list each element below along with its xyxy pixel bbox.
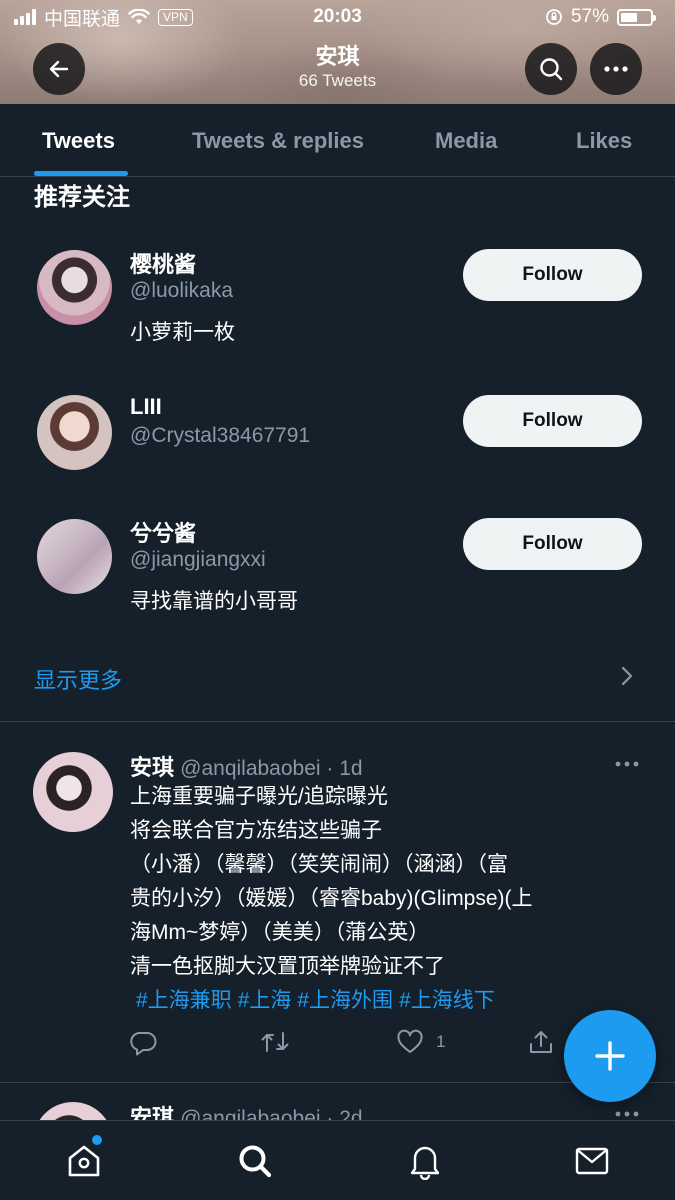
hashtag-link[interactable]: #上海兼职 xyxy=(136,989,232,1012)
more-horizontal-icon xyxy=(604,66,628,72)
tab-media[interactable]: Media xyxy=(435,128,497,154)
tweet-author-name[interactable]: 安琪 xyxy=(130,1105,174,1120)
share-icon xyxy=(530,1031,552,1053)
reply-button[interactable] xyxy=(130,1029,158,1057)
notification-dot xyxy=(92,1135,102,1145)
nav-home[interactable] xyxy=(64,1135,104,1181)
search-button[interactable] xyxy=(525,43,577,95)
tweet-avatar[interactable] xyxy=(33,752,113,832)
retweet-button[interactable] xyxy=(260,1029,290,1055)
profile-tabs: Tweets Tweets & replies Media Likes xyxy=(0,104,675,177)
avatar[interactable] xyxy=(37,395,112,470)
tweet-line: 清一色抠脚大汉置顶举牌验证不了 xyxy=(130,955,445,978)
share-button[interactable] xyxy=(528,1029,554,1055)
search-icon xyxy=(540,58,563,81)
suggestion-handle: @luolikaka xyxy=(130,279,234,302)
tweet-more-icon[interactable] xyxy=(614,760,640,768)
suggestion-bio: 寻找靠谱的小哥哥 xyxy=(130,590,298,613)
suggestion-name[interactable]: 兮兮酱 xyxy=(130,516,196,548)
hashtag-link[interactable]: #上海 xyxy=(238,989,292,1012)
bell-icon xyxy=(410,1146,440,1180)
battery-level xyxy=(621,12,637,22)
tweet-actions: 1 xyxy=(130,1029,580,1059)
timeline: 推荐关注 樱桃酱 @luolikaka 小萝莉一枚 Follow LIII @C… xyxy=(0,177,675,1120)
compose-tweet-button[interactable] xyxy=(564,1010,656,1102)
show-more-link[interactable]: 显示更多 xyxy=(34,663,122,695)
follow-button[interactable]: Follow xyxy=(463,395,642,447)
tweet-header: 安琪 @anqilabaobei · 1d xyxy=(130,750,363,782)
tweet-line: 上海重要骗子曝光/追踪曝光 xyxy=(130,785,388,808)
rotation-lock-icon xyxy=(546,9,562,25)
search-icon xyxy=(239,1145,272,1178)
avatar[interactable] xyxy=(37,519,112,594)
tweet-line: 贵的小汐）（媛媛）（睿睿baby)(Glimpse)(上 xyxy=(130,887,533,910)
tab-tweets-replies[interactable]: Tweets & replies xyxy=(192,128,364,154)
reply-icon xyxy=(130,1032,157,1056)
tweet-hashtags: #上海兼职 #上海 #上海外围 #上海线下 xyxy=(130,984,640,1018)
tweet-header: 安琪 @anqilabaobei · 2d xyxy=(130,1100,363,1120)
suggestion-handle: @jiangjiangxxi xyxy=(130,548,266,571)
bottom-navigation xyxy=(0,1120,675,1200)
home-icon xyxy=(68,1145,100,1177)
nav-search[interactable] xyxy=(235,1141,275,1181)
suggestions-title: 推荐关注 xyxy=(34,184,130,211)
section-divider xyxy=(0,721,675,722)
vpn-badge: VPN xyxy=(158,8,193,26)
retweet-icon xyxy=(261,1032,289,1052)
chevron-right-icon[interactable] xyxy=(620,665,634,687)
more-button[interactable] xyxy=(590,43,642,95)
plus-icon xyxy=(595,1041,625,1071)
carrier-label: 中国联通 xyxy=(44,8,121,30)
nav-notifications[interactable] xyxy=(405,1141,445,1181)
active-tab-indicator xyxy=(34,171,128,176)
suggestion-name[interactable]: 樱桃酱 xyxy=(130,247,196,279)
battery-percent: 57% xyxy=(570,6,609,27)
tweet-avatar[interactable] xyxy=(33,1102,113,1120)
tweet-line: （小潘）（馨馨）（笑笑闹闹）（涵涵）（富 xyxy=(130,853,508,876)
profile-header: 中国联通 VPN 20:03 57% 安琪 66 Tweets xyxy=(0,0,675,104)
tweet-author-name[interactable]: 安琪 xyxy=(130,755,174,780)
follow-button[interactable]: Follow xyxy=(463,518,642,570)
battery-icon xyxy=(617,8,656,26)
hashtag-link[interactable]: #上海外围 xyxy=(297,989,393,1012)
tweet-meta: @anqilabaobei · 2d xyxy=(180,1107,363,1120)
like-button[interactable]: 1 xyxy=(396,1029,445,1055)
heart-icon xyxy=(397,1029,423,1053)
wifi-icon xyxy=(128,9,150,24)
suggestion-handle: @Crystal38467791 xyxy=(130,424,311,447)
cellular-signal-icon xyxy=(14,9,36,25)
avatar[interactable] xyxy=(37,250,112,325)
hashtag-link[interactable]: #上海线下 xyxy=(399,989,495,1012)
like-count: 1 xyxy=(436,1032,446,1051)
tweet-line: 海Mm~梦婷）（美美）（蒲公英） xyxy=(130,921,430,944)
follow-button[interactable]: Follow xyxy=(463,249,642,301)
tweet-meta: @anqilabaobei · 1d xyxy=(180,757,363,780)
mail-icon xyxy=(575,1147,609,1175)
suggestion-name[interactable]: LIII xyxy=(130,394,162,420)
tweet-line: 将会联合官方冻结这些骗子 xyxy=(130,819,382,842)
tweet-text: 上海重要骗子曝光/追踪曝光 将会联合官方冻结这些骗子 （小潘）（馨馨）（笑笑闹闹… xyxy=(130,780,640,1018)
status-bar: 中国联通 VPN 20:03 57% xyxy=(0,0,675,34)
nav-messages[interactable] xyxy=(572,1141,612,1181)
tweet-more-icon[interactable] xyxy=(614,1110,640,1118)
tab-tweets[interactable]: Tweets xyxy=(42,128,115,154)
suggestion-bio: 小萝莉一枚 xyxy=(130,321,235,344)
tab-likes[interactable]: Likes xyxy=(576,128,632,154)
